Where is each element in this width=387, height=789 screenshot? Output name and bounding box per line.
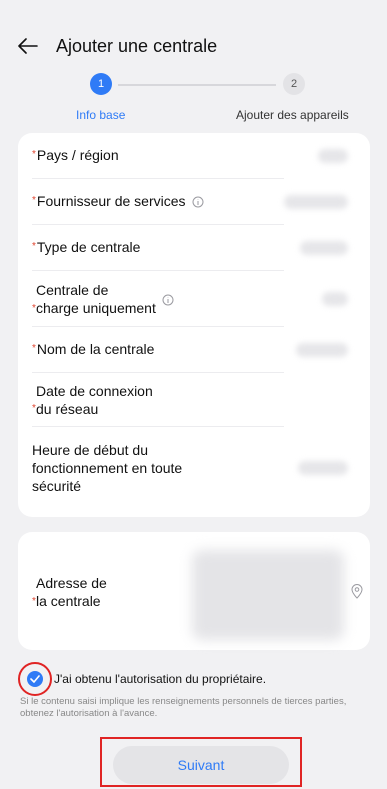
basic-info-card: *Pays / région *Fournisseur de services … [18, 133, 370, 517]
field-value [296, 343, 348, 357]
field-charging-only[interactable]: * Centrale de charge uniquement [18, 271, 370, 327]
field-plant-type[interactable]: *Type de centrale [18, 225, 370, 271]
field-label: Centrale de charge uniquement [36, 282, 156, 316]
consent-checkbox[interactable] [27, 671, 43, 687]
consent-note: Si le contenu saisi implique les renseig… [20, 696, 347, 719]
field-label: *Nom de la centrale [32, 340, 155, 357]
checkmark-icon [30, 675, 40, 683]
field-plant-name[interactable]: *Nom de la centrale [18, 327, 370, 373]
field-safe-operation-start-time[interactable]: Heure de début du fonctionnement en toute… [18, 427, 370, 509]
address-card: * Adresse de la centrale [18, 532, 370, 650]
address-value [192, 550, 344, 640]
required-mark: * [32, 303, 36, 314]
field-service-provider[interactable]: *Fournisseur de services [18, 179, 370, 225]
consent-checkbox-highlight [18, 662, 52, 696]
required-mark: * [32, 403, 36, 414]
field-value [318, 149, 348, 163]
next-button[interactable]: Suivant [113, 746, 289, 784]
step-1-indicator: 1 [90, 73, 112, 95]
field-value [322, 292, 348, 306]
field-label: *Pays / région [32, 146, 119, 163]
info-icon[interactable] [192, 196, 204, 208]
field-label: Adresse de la centrale [36, 575, 107, 609]
step-2-indicator: 2 [283, 73, 305, 95]
step-2-label: Ajouter des appareils [236, 108, 349, 122]
field-grid-connection-date[interactable]: * Date de connexion du réseau [18, 373, 370, 427]
required-mark: * [32, 148, 36, 160]
field-label: *Type de centrale [32, 238, 141, 255]
required-mark: * [32, 596, 36, 607]
consent-text: J'ai obtenu l'autorisation du propriétai… [54, 672, 267, 686]
required-mark: * [32, 342, 36, 354]
step-1-label: Info base [76, 108, 126, 122]
field-label: Date de connexion du réseau [36, 383, 153, 417]
back-button[interactable] [6, 28, 50, 64]
required-mark: * [32, 240, 36, 252]
field-value [298, 461, 348, 475]
header: Ajouter une centrale [0, 28, 387, 64]
page-title: Ajouter une centrale [56, 35, 218, 56]
step-connector [118, 84, 276, 86]
arrow-left-icon [18, 38, 38, 54]
info-icon[interactable] [162, 294, 174, 306]
required-mark: * [32, 194, 36, 206]
field-value [300, 241, 348, 255]
field-label: Heure de début du fonctionnement en toute… [32, 442, 183, 494]
field-value [284, 195, 348, 209]
stepper: 1 2 Info base Ajouter des appareils [0, 70, 387, 130]
field-label: *Fournisseur de services [32, 192, 186, 209]
location-pin-icon[interactable] [351, 584, 363, 599]
field-country-region[interactable]: *Pays / région [18, 133, 370, 179]
